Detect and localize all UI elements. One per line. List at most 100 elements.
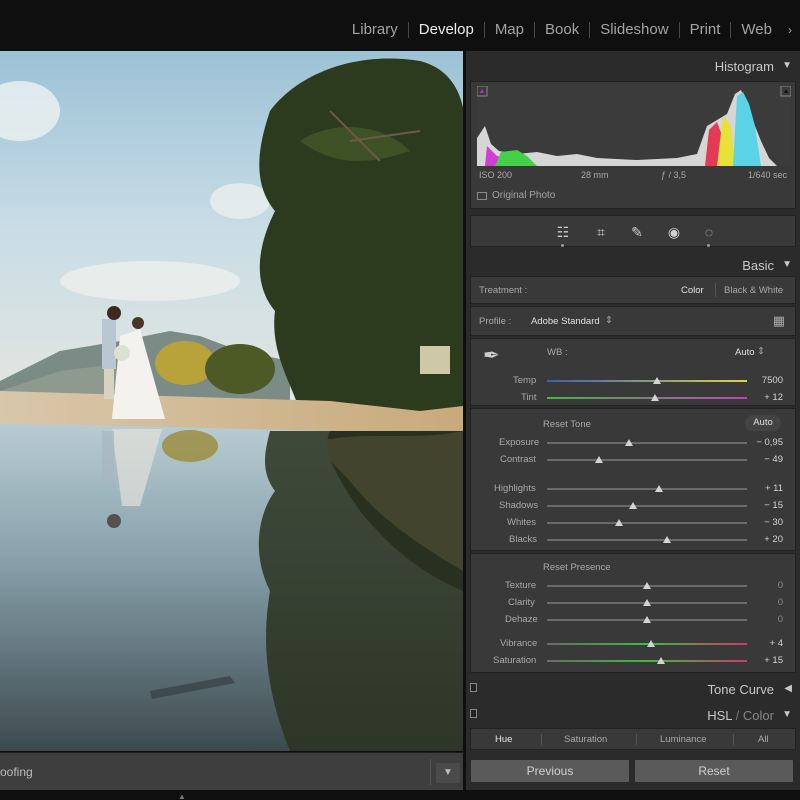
more-modules-icon[interactable]: › <box>782 23 792 37</box>
photo-canvas[interactable] <box>0 51 463 751</box>
hsl-title-hsl[interactable]: HSL <box>707 708 732 723</box>
reset-button[interactable]: Reset <box>634 759 794 783</box>
reset-presence-label[interactable]: Reset Presence <box>543 562 611 573</box>
texture-value[interactable]: 0 <box>778 580 783 591</box>
whites-label: Whites <box>507 517 537 528</box>
wb-updown-icon[interactable]: ⇕ <box>757 346 765 357</box>
module-library[interactable]: Library <box>342 20 408 40</box>
vibrance-slider-thumb[interactable] <box>647 640 655 647</box>
whites-value[interactable]: − 30 <box>764 517 783 528</box>
temp-slider-thumb[interactable] <box>653 377 661 384</box>
clarity-value[interactable]: 0 <box>778 597 783 608</box>
auto-tone-button[interactable]: Auto <box>745 415 781 431</box>
tint-slider-thumb[interactable] <box>651 394 659 401</box>
profile-updown-icon[interactable]: ⇕ <box>605 315 613 326</box>
exposure-slider-track[interactable] <box>547 442 747 444</box>
collapse-triangle-icon[interactable]: ▼ <box>782 60 792 71</box>
module-print[interactable]: Print <box>680 20 731 40</box>
module-map[interactable]: Map <box>485 20 534 40</box>
dehaze-value[interactable]: 0 <box>778 614 783 625</box>
original-photo-toggle[interactable]: Original Photo <box>477 190 555 201</box>
module-book[interactable]: Book <box>535 20 589 40</box>
highlights-value[interactable]: + 11 <box>765 483 783 494</box>
tool-strip: ☷ ⌗ ✎ ◉ ◌ <box>470 215 796 247</box>
crop-icon[interactable]: ⌗ <box>591 222 611 242</box>
focal-length-readout: 28 mm <box>581 170 609 180</box>
hsl-title-color[interactable]: Color <box>743 708 774 723</box>
active-tool-indicator <box>561 244 564 247</box>
treatment-label: Treatment : <box>479 285 528 296</box>
clarity-slider-thumb[interactable] <box>643 599 651 606</box>
tab-all[interactable]: All <box>758 734 769 745</box>
tab-hue[interactable]: Hue <box>495 734 512 745</box>
basic-header[interactable]: Basic ▼ <box>466 253 800 275</box>
treatment-color-option[interactable]: Color <box>681 285 704 296</box>
module-slideshow[interactable]: Slideshow <box>590 20 678 40</box>
filmstrip-toggle-icon[interactable]: ▲ <box>178 792 186 800</box>
shadows-slider-track[interactable] <box>547 505 747 507</box>
sliders-icon[interactable]: ☷ <box>553 222 573 242</box>
mask-icon[interactable]: ◌ <box>699 222 719 242</box>
chevron-down-icon[interactable]: ▼ <box>436 763 460 783</box>
blacks-value[interactable]: + 20 <box>764 534 783 545</box>
saturation-value[interactable]: + 15 <box>764 655 783 666</box>
expand-triangle-icon[interactable]: ◀ <box>784 683 792 694</box>
histogram-header[interactable]: Histogram ▼ <box>466 55 800 77</box>
histogram-chart[interactable] <box>476 85 792 166</box>
filmstrip-edge <box>0 790 800 800</box>
hsl-header[interactable]: HSL / Color ▼ <box>466 703 800 725</box>
dehaze-label: Dehaze <box>505 614 538 625</box>
panel-switch-icon[interactable] <box>470 683 477 692</box>
panel-switch-icon[interactable] <box>470 709 477 718</box>
module-develop[interactable]: Develop <box>409 20 484 40</box>
checkbox-icon[interactable] <box>477 191 487 200</box>
tab-luminance[interactable]: Luminance <box>660 734 706 745</box>
reset-tone-label[interactable]: Reset Tone <box>543 419 591 430</box>
soft-proofing-label[interactable]: oofing <box>0 765 33 779</box>
wb-select[interactable]: Auto <box>735 347 755 358</box>
texture-slider-thumb[interactable] <box>643 582 651 589</box>
contrast-label: Contrast <box>500 454 536 465</box>
aperture-readout: ƒ / 3,5 <box>661 170 687 180</box>
vibrance-value[interactable]: + 4 <box>770 638 783 649</box>
tint-slider-track[interactable] <box>547 397 747 399</box>
treatment-bw-option[interactable]: Black & White <box>724 285 783 296</box>
temp-slider-track[interactable] <box>547 380 747 382</box>
temp-value[interactable]: 7500 <box>762 375 783 386</box>
hsl-title: HSL / Color <box>707 708 774 723</box>
exposure-slider-thumb[interactable] <box>625 439 633 446</box>
blacks-slider-track[interactable] <box>547 539 747 541</box>
heal-icon[interactable]: ✎ <box>627 222 647 242</box>
whites-slider-track[interactable] <box>547 522 747 524</box>
histogram-panel: ISO 200 28 mm ƒ / 3,5 1/640 sec Original… <box>470 81 796 209</box>
shadows-value[interactable]: − 15 <box>764 500 783 511</box>
profile-browser-grid-icon[interactable]: ▦ <box>773 313 785 329</box>
treatment-row: Treatment : Color Black & White <box>470 276 796 304</box>
contrast-slider-track[interactable] <box>547 459 747 461</box>
contrast-value[interactable]: − 49 <box>764 454 783 465</box>
module-web[interactable]: Web <box>731 20 782 40</box>
tone-section: Reset Tone Auto Exposure − 0,95 Contrast… <box>470 408 796 551</box>
tab-saturation[interactable]: Saturation <box>564 734 607 745</box>
collapse-triangle-icon[interactable]: ▼ <box>782 259 792 270</box>
dehaze-slider-thumb[interactable] <box>643 616 651 623</box>
blacks-slider-thumb[interactable] <box>663 536 671 543</box>
contrast-slider-thumb[interactable] <box>595 456 603 463</box>
shadows-slider-thumb[interactable] <box>629 502 637 509</box>
texture-label: Texture <box>505 580 537 591</box>
previous-button[interactable]: Previous <box>470 759 630 783</box>
tone-curve-header[interactable]: Tone Curve ◀ <box>466 677 800 699</box>
collapse-triangle-icon[interactable]: ▼ <box>782 709 792 720</box>
saturation-slider-thumb[interactable] <box>657 657 665 664</box>
highlights-slider-thumb[interactable] <box>655 485 663 492</box>
whites-slider-thumb[interactable] <box>615 519 623 526</box>
saturation-slider-track[interactable] <box>547 660 747 662</box>
tint-value[interactable]: + 12 <box>764 392 783 403</box>
hsl-tab-bar: Hue Saturation Luminance All <box>470 728 796 750</box>
eyedropper-icon[interactable]: ✒ <box>483 343 500 368</box>
tab-divider <box>636 734 637 745</box>
redeye-icon[interactable]: ◉ <box>664 222 684 242</box>
exposure-value[interactable]: − 0,95 <box>756 437 783 448</box>
highlights-slider-track[interactable] <box>547 488 747 490</box>
profile-select[interactable]: Adobe Standard <box>531 316 600 327</box>
